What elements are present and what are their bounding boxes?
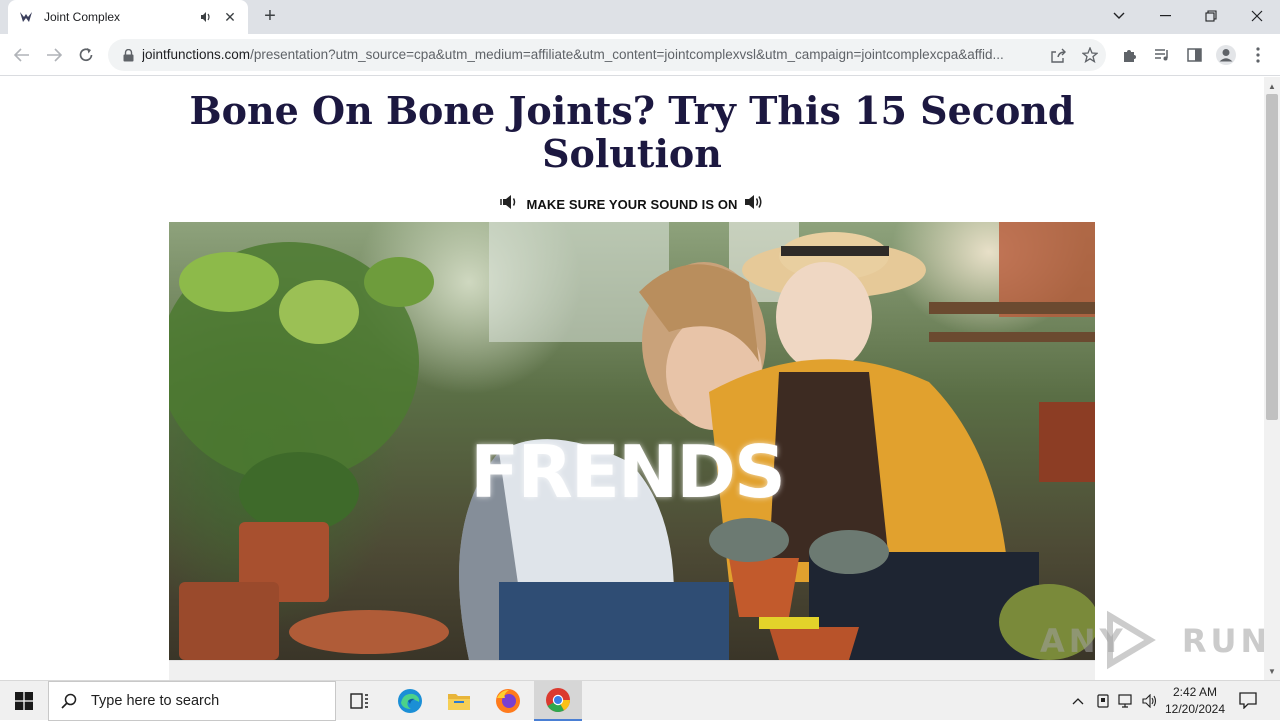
scrollbar-thumb[interactable] [1266,94,1278,420]
share-icon[interactable] [1048,45,1068,65]
chrome-icon[interactable] [534,681,582,721]
taskbar-clock[interactable]: 2:42 AM 12/20/2024 [1160,684,1230,718]
windows-taskbar: Type here to search 2:42 AM 12/20/2024 [0,680,1280,721]
browser-tab[interactable]: Joint Complex ✕ [8,0,248,34]
clock-time: 2:42 AM [1172,685,1218,699]
tab-title: Joint Complex [44,10,121,24]
clock-date: 12/20/2024 [1164,702,1226,716]
speaker-muted-icon [500,193,520,216]
address-bar[interactable]: jointfunctions.com/presentation?utm_sour… [108,39,1106,71]
restore-button[interactable] [1188,0,1234,32]
anyrun-watermark: ANY RUN [1040,610,1272,670]
taskbar-search-box[interactable]: Type here to search [48,681,336,721]
back-arrow-icon[interactable] [8,41,36,69]
search-placeholder: Type here to search [91,693,220,709]
reload-icon[interactable] [72,41,100,69]
volume-icon[interactable] [1140,691,1160,711]
page-headline: Bone On Bone Joints? Try This 15 Second … [189,88,1075,176]
firefox-icon[interactable] [484,681,532,721]
media-controls-icon[interactable] [1150,43,1174,67]
profile-avatar-icon[interactable] [1214,43,1238,67]
task-view-icon[interactable] [336,681,384,721]
scroll-up-arrow-icon[interactable]: ▲ [1264,78,1280,94]
lock-icon[interactable] [120,47,136,63]
new-tab-button[interactable]: + [258,5,282,29]
sound-notice: MAKE SURE YOUR SOUND IS ON [0,193,1264,215]
tray-device-icon[interactable] [1093,691,1113,711]
tab-search-chevron-down-icon[interactable] [1096,0,1142,32]
url-path: /presentation?utm_source=cpa&utm_medium=… [250,47,1004,62]
page-content: Bone On Bone Joints? Try This 15 Second … [0,77,1264,680]
extensions-puzzle-icon[interactable] [1118,43,1142,67]
minimize-button[interactable] [1142,0,1188,32]
start-button[interactable] [0,681,48,721]
tab-strip: Joint Complex ✕ + [0,0,1280,34]
video-progress-area[interactable] [169,660,1095,680]
video-overlay-text: FRENDS [470,430,786,514]
url-text[interactable]: jointfunctions.com/presentation?utm_sour… [142,47,1042,62]
more-menu-icon[interactable] [1246,43,1270,67]
side-panel-icon[interactable] [1182,43,1206,67]
bookmark-star-icon[interactable] [1080,45,1100,65]
scroll-down-arrow-icon[interactable]: ▼ [1264,663,1280,679]
tray-chevron-up-icon[interactable] [1068,691,1088,711]
close-window-button[interactable] [1234,0,1280,32]
file-explorer-icon[interactable] [435,681,483,721]
url-host: jointfunctions.com [142,47,251,62]
tab-close-icon[interactable]: ✕ [222,9,238,25]
video-player[interactable]: FRENDS [169,222,1095,660]
edge-browser-icon[interactable] [386,681,434,721]
windows-logo-icon [15,692,33,710]
search-icon [61,693,77,709]
notifications-icon[interactable] [1238,690,1258,710]
network-icon[interactable] [1116,691,1136,711]
sound-notice-text: MAKE SURE YOUR SOUND IS ON [526,196,738,212]
tab-audio-playing-icon[interactable] [198,9,214,25]
forward-arrow-icon[interactable] [40,41,68,69]
speaker-on-icon [744,193,764,216]
site-favicon-icon [18,9,34,25]
browser-toolbar: jointfunctions.com/presentation?utm_sour… [0,34,1280,76]
watermark-text: ANY RUN [1040,622,1272,660]
